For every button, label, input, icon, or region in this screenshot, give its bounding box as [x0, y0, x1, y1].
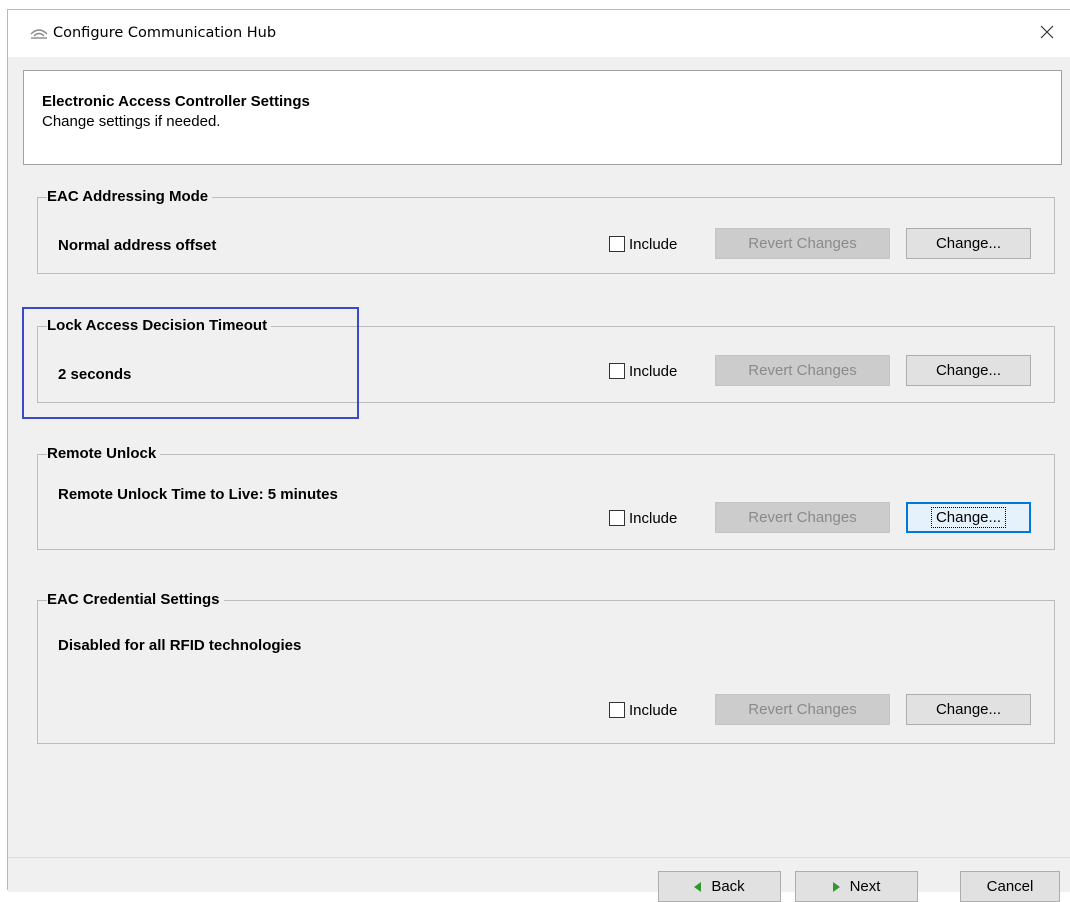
- next-arrow-icon: [832, 881, 840, 892]
- include-checkbox[interactable]: Include: [609, 361, 677, 381]
- revert-changes-label: Revert Changes: [748, 509, 857, 526]
- checkbox-box[interactable]: [609, 510, 625, 526]
- change-label: Change...: [935, 362, 1002, 379]
- revert-changes-button[interactable]: Revert Changes: [715, 694, 890, 725]
- change-button[interactable]: Change...: [906, 694, 1031, 725]
- revert-changes-label: Revert Changes: [748, 362, 857, 379]
- lock-access-decision-timeout-group: Lock Access Decision Timeout 2 seconds I…: [37, 316, 1055, 403]
- window-title: Configure Communication Hub: [53, 25, 277, 41]
- header-title: Electronic Access Controller Settings: [42, 93, 310, 110]
- group-value: Remote Unlock Time to Live: 5 minutes: [58, 486, 338, 503]
- change-label: Change...: [930, 507, 1007, 528]
- eac-credential-settings-group: EAC Credential Settings Disabled for all…: [37, 590, 1055, 744]
- back-arrow-icon: [694, 881, 702, 892]
- group-value: Normal address offset: [58, 237, 217, 254]
- include-label: Include: [629, 701, 678, 719]
- header-subtitle: Change settings if needed.: [42, 113, 221, 130]
- revert-changes-label: Revert Changes: [748, 235, 857, 252]
- change-label: Change...: [935, 701, 1002, 718]
- cancel-label: Cancel: [986, 878, 1034, 895]
- revert-changes-label: Revert Changes: [748, 701, 857, 718]
- footer-bar: Back Next Cancel: [8, 857, 1070, 902]
- change-label: Change...: [935, 235, 1002, 252]
- change-button[interactable]: Change...: [906, 502, 1031, 533]
- include-label: Include: [629, 509, 678, 527]
- change-button[interactable]: Change...: [906, 355, 1031, 386]
- group-legend: EAC Credential Settings: [47, 590, 224, 610]
- include-checkbox[interactable]: Include: [609, 508, 677, 528]
- include-label: Include: [629, 362, 678, 380]
- revert-changes-button[interactable]: Revert Changes: [715, 502, 890, 533]
- group-value: Disabled for all RFID technologies: [58, 637, 302, 654]
- group-legend: Lock Access Decision Timeout: [47, 316, 272, 336]
- next-label: Next: [849, 878, 881, 895]
- checkbox-box[interactable]: [609, 702, 625, 718]
- communication-hub-icon: [29, 25, 49, 41]
- checkbox-box[interactable]: [609, 236, 625, 252]
- next-button[interactable]: Next: [795, 871, 918, 902]
- checkbox-box[interactable]: [609, 363, 625, 379]
- header-panel: Electronic Access Controller Settings Ch…: [23, 70, 1062, 165]
- configure-communication-hub-dialog: Configure Communication Hub Electronic A…: [7, 9, 1070, 902]
- group-legend: Remote Unlock: [47, 444, 161, 464]
- group-legend: EAC Addressing Mode: [47, 187, 213, 207]
- close-icon: [1040, 24, 1054, 43]
- group-value: 2 seconds: [58, 366, 132, 383]
- cancel-button[interactable]: Cancel: [960, 871, 1060, 902]
- include-label: Include: [629, 235, 678, 253]
- eac-addressing-mode-group: EAC Addressing Mode Normal address offse…: [37, 187, 1055, 274]
- remote-unlock-group: Remote Unlock Remote Unlock Time to Live…: [37, 444, 1055, 550]
- title-bar[interactable]: Configure Communication Hub: [8, 10, 1070, 57]
- change-button[interactable]: Change...: [906, 228, 1031, 259]
- revert-changes-button[interactable]: Revert Changes: [715, 355, 890, 386]
- back-label: Back: [711, 878, 745, 895]
- include-checkbox[interactable]: Include: [609, 234, 677, 254]
- close-button[interactable]: [1024, 10, 1070, 57]
- include-checkbox[interactable]: Include: [609, 700, 677, 720]
- back-button[interactable]: Back: [658, 871, 781, 902]
- revert-changes-button[interactable]: Revert Changes: [715, 228, 890, 259]
